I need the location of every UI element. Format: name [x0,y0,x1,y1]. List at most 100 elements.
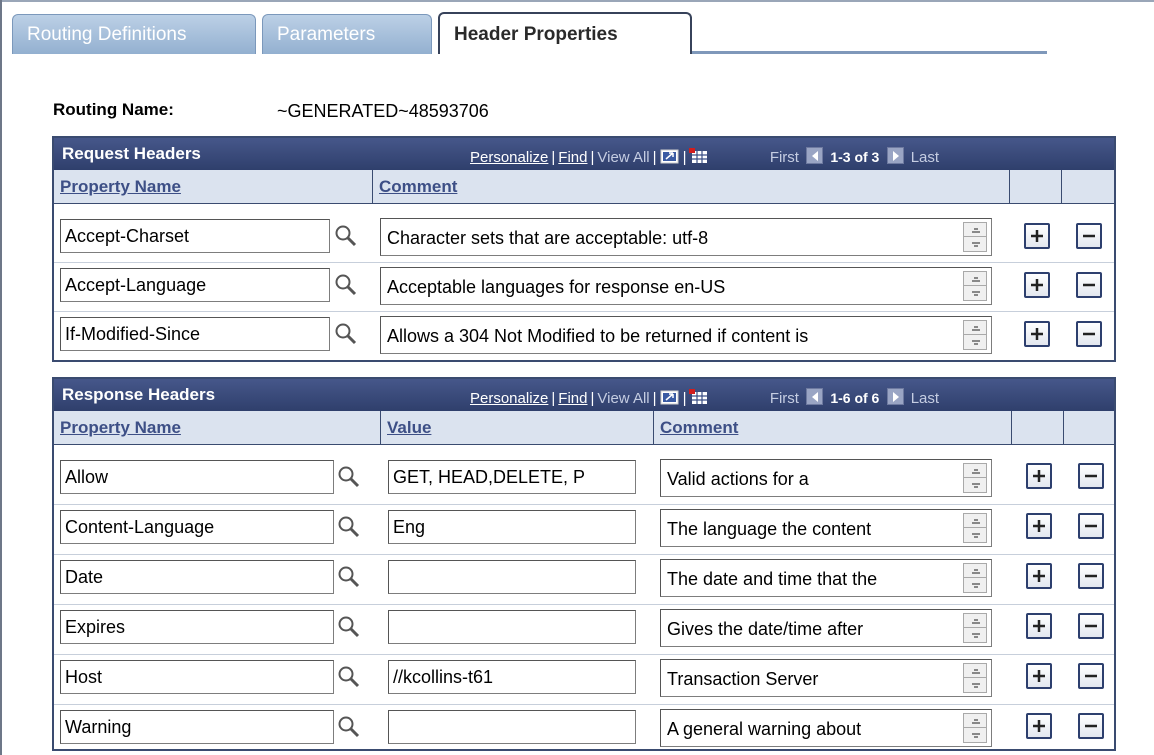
add-row-button[interactable] [1026,463,1052,489]
grid-download-icon[interactable] [689,148,709,164]
delete-row-button[interactable] [1078,613,1104,639]
tab-header-properties[interactable]: Header Properties [438,12,692,54]
spinner-icon[interactable] [963,713,987,743]
personalize-link[interactable]: Personalize [470,390,548,407]
column-header-delete [1062,170,1114,204]
property-name-field[interactable]: If-Modified-Since [60,317,330,351]
find-link[interactable]: Find [558,149,587,166]
value-field[interactable]: //kcollins-t61 [388,660,636,694]
row-divider [54,262,1114,263]
grid-download-icon[interactable] [689,389,709,405]
comment-field[interactable]: A general warning about [660,709,992,747]
view-all-link[interactable]: View All [597,149,649,166]
add-row-button[interactable] [1026,713,1052,739]
comment-field[interactable]: Valid actions for a [660,459,992,497]
magnifier-icon[interactable] [336,614,362,640]
first-label: First [769,390,799,407]
delete-row-button[interactable] [1078,713,1104,739]
delete-row-button[interactable] [1076,321,1102,347]
zoom-icon[interactable] [660,389,680,405]
comment-text: Acceptable languages for response en-US [387,277,726,297]
previous-arrow-icon [806,388,824,405]
comment-text: Gives the date/time after [667,619,864,639]
tab-label: Parameters [277,24,376,45]
comment-field[interactable]: The language the content [660,509,992,547]
delete-row-button[interactable] [1076,272,1102,298]
magnifier-icon[interactable] [336,564,362,590]
comment-field[interactable]: Transaction Server [660,659,992,697]
next-arrow-icon [886,388,904,405]
next-arrow-icon [886,147,904,164]
value-field[interactable]: Eng [388,510,636,544]
magnifier-icon[interactable] [333,321,359,347]
property-name-field[interactable]: Accept-Language [60,268,330,302]
property-name-field[interactable]: Expires [60,610,334,644]
frame-border-top [0,0,1154,2]
view-all-link[interactable]: View All [597,390,649,407]
add-row-button[interactable] [1026,663,1052,689]
comment-field[interactable]: Character sets that are acceptable: utf-… [380,218,992,256]
comment-field[interactable]: Allows a 304 Not Modified to be returned… [380,316,992,354]
personalize-link[interactable]: Personalize [470,149,548,166]
value-field[interactable] [388,710,636,744]
spinner-icon[interactable] [963,513,987,543]
magnifier-icon[interactable] [336,514,362,540]
value-field[interactable]: GET, HEAD,DELETE, P [388,460,636,494]
comment-text: The language the content [667,519,872,539]
column-header-comment[interactable]: Comment [373,170,1010,204]
comment-field[interactable]: Acceptable languages for response en-US [380,267,992,305]
value-field[interactable] [388,610,636,644]
column-label: Comment [660,418,739,437]
property-name-field[interactable]: Content-Language [60,510,334,544]
add-row-button[interactable] [1026,613,1052,639]
magnifier-icon[interactable] [333,272,359,298]
comment-text: Valid actions for a [667,469,809,489]
column-label: Comment [379,177,458,196]
row-divider [54,704,1114,705]
zoom-icon[interactable] [660,148,680,164]
add-row-button[interactable] [1024,272,1050,298]
property-name-field[interactable]: Host [60,660,334,694]
comment-field[interactable]: Gives the date/time after [660,609,992,647]
spinner-icon[interactable] [963,663,987,693]
row-divider [54,604,1114,605]
delete-row-button[interactable] [1078,663,1104,689]
spinner-icon[interactable] [963,563,987,593]
property-name-field[interactable]: Warning [60,710,334,744]
spinner-icon[interactable] [963,320,987,350]
property-name-field[interactable]: Date [60,560,334,594]
tab-underline [692,51,1047,54]
magnifier-icon[interactable] [336,714,362,740]
tab-parameters[interactable]: Parameters [262,14,432,54]
delete-row-button[interactable] [1078,513,1104,539]
add-row-button[interactable] [1024,223,1050,249]
delete-row-button[interactable] [1076,223,1102,249]
row-divider [54,654,1114,655]
delete-row-button[interactable] [1078,463,1104,489]
magnifier-icon[interactable] [333,223,359,249]
find-link[interactable]: Find [558,390,587,407]
magnifier-icon[interactable] [336,464,362,490]
property-name-field[interactable]: Accept-Charset [60,219,330,253]
spinner-icon[interactable] [963,463,987,493]
tab-routing-definitions[interactable]: Routing Definitions [12,14,256,54]
spinner-icon[interactable] [963,613,987,643]
magnifier-icon[interactable] [336,664,362,690]
add-row-button[interactable] [1026,513,1052,539]
first-label: First [769,149,799,166]
column-header-comment[interactable]: Comment [654,411,1012,445]
column-header-property-name[interactable]: Property Name [54,170,373,204]
routing-name-label: Routing Name: [53,100,174,119]
row-divider [54,311,1114,312]
spinner-icon[interactable] [963,222,987,252]
comment-field[interactable]: The date and time that the [660,559,992,597]
add-row-button[interactable] [1026,563,1052,589]
column-header-value[interactable]: Value [381,411,654,445]
add-row-button[interactable] [1024,321,1050,347]
delete-row-button[interactable] [1078,563,1104,589]
property-name-field[interactable]: Allow [60,460,334,494]
value-field[interactable] [388,560,636,594]
column-header-add [1010,170,1062,204]
spinner-icon[interactable] [963,271,987,301]
column-header-property-name[interactable]: Property Name [54,411,381,445]
